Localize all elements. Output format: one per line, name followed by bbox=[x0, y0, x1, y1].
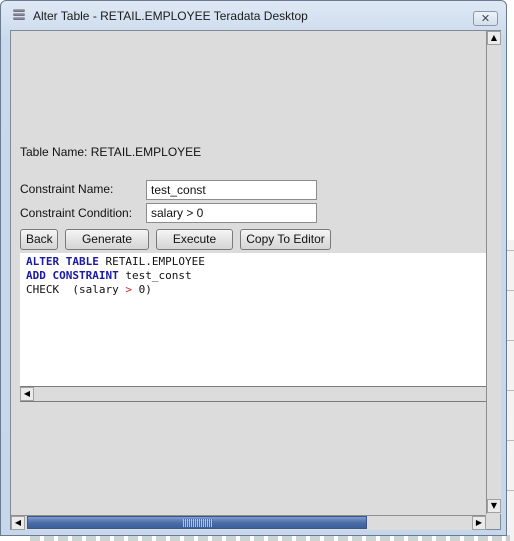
sql-keyword: ADD CONSTRAINT bbox=[26, 269, 119, 282]
client-area: Table Name: RETAIL.EMPLOYEE Constraint N… bbox=[10, 30, 501, 530]
horizontal-scrollbar[interactable]: ◀ ▶ bbox=[11, 515, 486, 530]
sql-text: RETAIL.EMPLOYEE bbox=[98, 255, 205, 268]
constraint-condition-input[interactable]: salary > 0 bbox=[146, 203, 317, 223]
sql-text: CHECK (salary bbox=[26, 283, 126, 296]
horizontal-scroll-thumb[interactable] bbox=[27, 516, 367, 529]
alter-table-window: Alter Table - RETAIL.EMPLOYEE Teradata D… bbox=[0, 0, 507, 536]
editor-horizontal-scrollbar[interactable]: ◀ bbox=[20, 386, 486, 402]
sql-code: ALTER TABLE RETAIL.EMPLOYEE ADD CONSTRAI… bbox=[26, 255, 205, 297]
vertical-scrollbar[interactable]: ▲ ▼ bbox=[486, 31, 501, 514]
copy-to-editor-button[interactable]: Copy To Editor bbox=[240, 229, 331, 250]
scroll-up-button[interactable]: ▲ bbox=[487, 31, 501, 45]
sql-keyword: ALTER TABLE bbox=[26, 255, 99, 268]
generate-sql-button[interactable]: Generate SQL bbox=[65, 229, 149, 265]
scroll-down-button[interactable]: ▼ bbox=[487, 499, 501, 513]
constraint-name-input[interactable]: test_const bbox=[146, 180, 317, 200]
back-button[interactable]: Back bbox=[20, 229, 58, 250]
sql-editor[interactable]: ALTER TABLE RETAIL.EMPLOYEE ADD CONSTRAI… bbox=[20, 253, 486, 401]
grip-icon bbox=[183, 519, 213, 527]
constraint-name-label: Constraint Name: bbox=[20, 182, 114, 196]
database-icon bbox=[13, 9, 25, 23]
scroll-left-button[interactable]: ◀ bbox=[11, 516, 25, 530]
execute-sql-button[interactable]: Execute SQL bbox=[156, 229, 233, 265]
close-button[interactable]: ✕ bbox=[473, 11, 498, 26]
sql-operator: > bbox=[125, 283, 132, 296]
scroll-left-button[interactable]: ◀ bbox=[20, 387, 34, 401]
sql-text: test_const bbox=[118, 269, 192, 282]
title-bar[interactable]: Alter Table - RETAIL.EMPLOYEE Teradata D… bbox=[1, 1, 506, 31]
sql-text: 0) bbox=[131, 283, 152, 296]
table-name-label: Table Name: RETAIL.EMPLOYEE bbox=[20, 145, 202, 159]
constraint-condition-label: Constraint Condition: bbox=[20, 206, 133, 220]
window-title: Alter Table - RETAIL.EMPLOYEE Teradata D… bbox=[33, 9, 308, 23]
scroll-right-button[interactable]: ▶ bbox=[472, 516, 486, 530]
